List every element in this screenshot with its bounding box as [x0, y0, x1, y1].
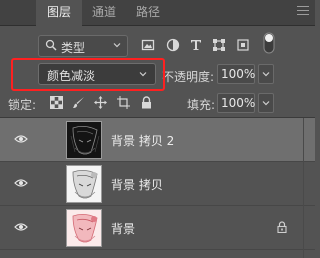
panel-menu-icon[interactable] — [297, 6, 309, 16]
chevron-down-icon — [262, 72, 270, 77]
layer-name: 背景 拷贝 — [111, 178, 163, 192]
tab-layers[interactable]: 图层 — [36, 0, 82, 27]
image-filter-icon[interactable] — [141, 38, 155, 52]
fill-dropdown-button[interactable] — [258, 93, 274, 113]
scrollbar-track[interactable] — [303, 118, 304, 258]
layer-name: 背景 拷贝 2 — [111, 134, 175, 148]
filter-kind-label: 类型 — [61, 41, 86, 55]
panel-tab-bar: 图层 通道 路径 — [0, 0, 315, 27]
tab-channels[interactable]: 通道 — [82, 0, 126, 26]
chevron-down-icon — [113, 43, 121, 48]
layer-name: 背景 — [111, 222, 136, 236]
layer-row-background-copy-2[interactable]: 背景 拷贝 2 — [0, 118, 315, 162]
lock-all-icon[interactable] — [140, 96, 153, 109]
lock-paint-icon[interactable] — [72, 96, 85, 109]
opacity-label: 不透明度: — [162, 70, 215, 84]
eye-icon[interactable] — [14, 178, 28, 188]
opacity-dropdown-button[interactable] — [258, 64, 274, 84]
tab-paths[interactable]: 路径 — [126, 0, 170, 26]
opacity-input[interactable]: 100% — [217, 64, 255, 84]
fill-label: 填充: — [187, 98, 216, 112]
filter-row: 类型 — [0, 30, 315, 58]
lock-fill-row: 锁定: 填充: 100% — [0, 90, 315, 116]
lock-label: 锁定: — [8, 98, 37, 112]
smart-object-filter-icon[interactable] — [236, 38, 250, 52]
layer-thumbnail — [66, 121, 102, 159]
fill-input[interactable]: 100% — [217, 93, 255, 113]
lock-transparent-icon[interactable] — [50, 96, 63, 109]
eye-icon[interactable] — [14, 134, 28, 144]
filter-toggle-icon[interactable] — [263, 32, 275, 56]
layer-thumbnail — [66, 209, 102, 247]
layer-row-background[interactable]: 背景 — [0, 206, 315, 250]
layer-row-background-copy[interactable]: 背景 拷贝 — [0, 162, 315, 206]
shape-filter-icon[interactable] — [212, 38, 226, 52]
type-filter-icon[interactable] — [189, 38, 203, 52]
search-icon — [45, 39, 57, 51]
layer-thumbnail — [66, 165, 102, 203]
layers-panel: 图层 通道 路径 类型 颜色减淡 不透明度: 100% 锁定: 填充: 100%… — [0, 0, 315, 258]
chevron-down-icon — [262, 101, 270, 106]
eye-icon[interactable] — [14, 222, 28, 232]
lock-icon — [277, 221, 287, 233]
adjustment-filter-icon[interactable] — [166, 38, 180, 52]
filter-kind-select[interactable]: 类型 — [38, 35, 128, 57]
lock-artboard-icon[interactable] — [117, 96, 130, 109]
annotation-highlight-box — [11, 58, 165, 91]
lock-move-icon[interactable] — [94, 96, 107, 109]
